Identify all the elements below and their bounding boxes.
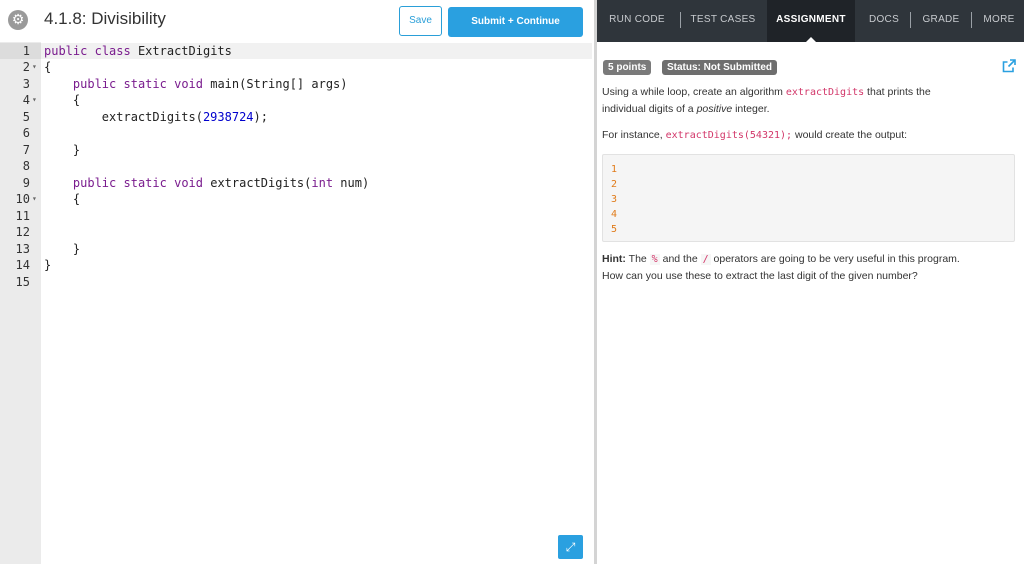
- inline-code: %: [649, 254, 660, 265]
- output-line: 2: [611, 179, 618, 190]
- line-number: 12: [15, 225, 30, 239]
- assignment-pane: RUN CODE TEST CASES ASSIGNMENT DOCS GRAD…: [597, 0, 1024, 564]
- tab-run-code[interactable]: RUN CODE: [597, 0, 677, 42]
- line-number: 3: [22, 77, 30, 91]
- tab-assignment[interactable]: ASSIGNMENT: [767, 0, 855, 42]
- code-text: {: [44, 93, 81, 107]
- code-line[interactable]: 9 public static void extractDigits(int n…: [0, 175, 592, 191]
- assignment-description: Using a while loop, create an algorithm …: [602, 84, 1014, 118]
- assignment-example: For instance, extractDigits(54321); woul…: [602, 127, 1014, 144]
- code-line[interactable]: 11: [0, 208, 592, 224]
- hint: Hint: The % and the / operators are goin…: [602, 251, 1014, 285]
- tab-separator: [910, 12, 911, 28]
- tab-grade[interactable]: GRADE: [913, 0, 969, 42]
- text: The: [625, 253, 650, 265]
- line-number: 14: [15, 258, 30, 272]
- tab-more[interactable]: MORE: [974, 0, 1024, 42]
- tab-docs[interactable]: DOCS: [859, 0, 909, 42]
- text: For instance,: [602, 129, 666, 141]
- text: Using a while loop, create an algorithm: [602, 86, 786, 98]
- line-number: 4: [22, 93, 30, 107]
- line-number: 7: [22, 143, 30, 157]
- submit-continue-button[interactable]: Submit + Continue: [448, 7, 583, 37]
- tab-separator: [971, 12, 972, 28]
- text: individual digits of a: [602, 103, 697, 115]
- save-button[interactable]: Save: [399, 6, 442, 36]
- inline-code: extractDigits: [785, 87, 865, 98]
- text: would create the output:: [792, 129, 908, 141]
- output-line: 4: [611, 209, 618, 220]
- hint-label: Hint:: [602, 253, 626, 265]
- points-badge: 5 points: [603, 60, 652, 75]
- tab-separator: [680, 12, 681, 28]
- line-number: 6: [22, 126, 30, 140]
- code-line[interactable]: 15: [0, 274, 592, 290]
- line-number: 10: [15, 192, 30, 206]
- text: operators are going to be very useful in…: [710, 253, 960, 265]
- line-number: 11: [15, 209, 30, 223]
- line-number: 8: [22, 159, 30, 173]
- text: that prints the: [864, 86, 931, 98]
- code-line[interactable]: 12: [0, 224, 592, 240]
- output-line: 5: [611, 224, 618, 235]
- code-text: }: [44, 143, 81, 157]
- line-number: 13: [15, 242, 30, 256]
- status-badge: Status: Not Submitted: [662, 60, 777, 75]
- expand-icon[interactable]: ⤢: [558, 535, 583, 559]
- code-text: {: [44, 60, 52, 74]
- page-title: 4.1.8: Divisibility: [44, 9, 166, 28]
- output-example: 1 2 3 4 5: [602, 154, 1015, 242]
- code-line[interactable]: 2 ▾ {: [0, 59, 592, 75]
- external-link-icon[interactable]: [1002, 59, 1016, 73]
- code-text: {: [44, 192, 81, 206]
- code-text: public static void main(String[] args): [72, 77, 348, 91]
- code-line[interactable]: 6: [0, 125, 592, 141]
- code-text: }: [44, 258, 52, 272]
- code-text: }: [44, 242, 81, 256]
- editor-pane: ⚙ 4.1.8: Divisibility Save Submit + Cont…: [0, 0, 594, 564]
- inline-code: /: [700, 254, 711, 265]
- fold-toggle[interactable]: ▾: [32, 92, 40, 108]
- code-text: extractDigits(2938724);: [44, 110, 268, 124]
- tab-test-cases[interactable]: TEST CASES: [683, 0, 763, 42]
- tab-bar: RUN CODE TEST CASES ASSIGNMENT DOCS GRAD…: [597, 0, 1024, 42]
- line-number: 9: [22, 176, 30, 190]
- code-line[interactable]: 4 ▾ {: [0, 92, 592, 108]
- code-line[interactable]: 3 public static void main(String[] args): [0, 76, 592, 92]
- assignment-content: 5 points Status: Not Submitted Using a w…: [597, 42, 1024, 564]
- output-line: 3: [611, 194, 618, 205]
- code-line[interactable]: 5 extractDigits(2938724);: [0, 109, 592, 125]
- line-number: 5: [22, 110, 30, 124]
- text: integer.: [732, 103, 770, 115]
- line-number: 15: [15, 275, 30, 289]
- code-text: public static void extractDigits(int num…: [72, 176, 370, 190]
- code-text: public class ExtractDigits: [44, 44, 232, 58]
- code-line[interactable]: 10 ▾ {: [0, 191, 592, 207]
- line-number: 1: [22, 44, 30, 58]
- emphasis: positive: [696, 103, 733, 115]
- inline-code: extractDigits(54321);: [665, 130, 793, 141]
- code-editor[interactable]: 1 public class ExtractDigits 2 ▾ { 3 pub…: [0, 42, 592, 564]
- code-line[interactable]: 13 }: [0, 241, 592, 257]
- fold-toggle[interactable]: ▾: [32, 191, 40, 207]
- output-line: 1: [611, 164, 618, 175]
- gear-icon[interactable]: ⚙: [8, 10, 28, 30]
- text: How can you use these to extract the las…: [602, 270, 918, 282]
- line-number: 2: [22, 60, 30, 74]
- code-line[interactable]: 14 }: [0, 257, 592, 273]
- code-line[interactable]: 7 }: [0, 142, 592, 158]
- code-line[interactable]: 1 public class ExtractDigits: [0, 43, 592, 59]
- fold-toggle[interactable]: ▾: [32, 59, 40, 75]
- text: and the: [659, 253, 701, 265]
- editor-toolbar: ⚙ 4.1.8: Divisibility Save Submit + Cont…: [0, 0, 594, 42]
- code-line[interactable]: 8: [0, 158, 592, 174]
